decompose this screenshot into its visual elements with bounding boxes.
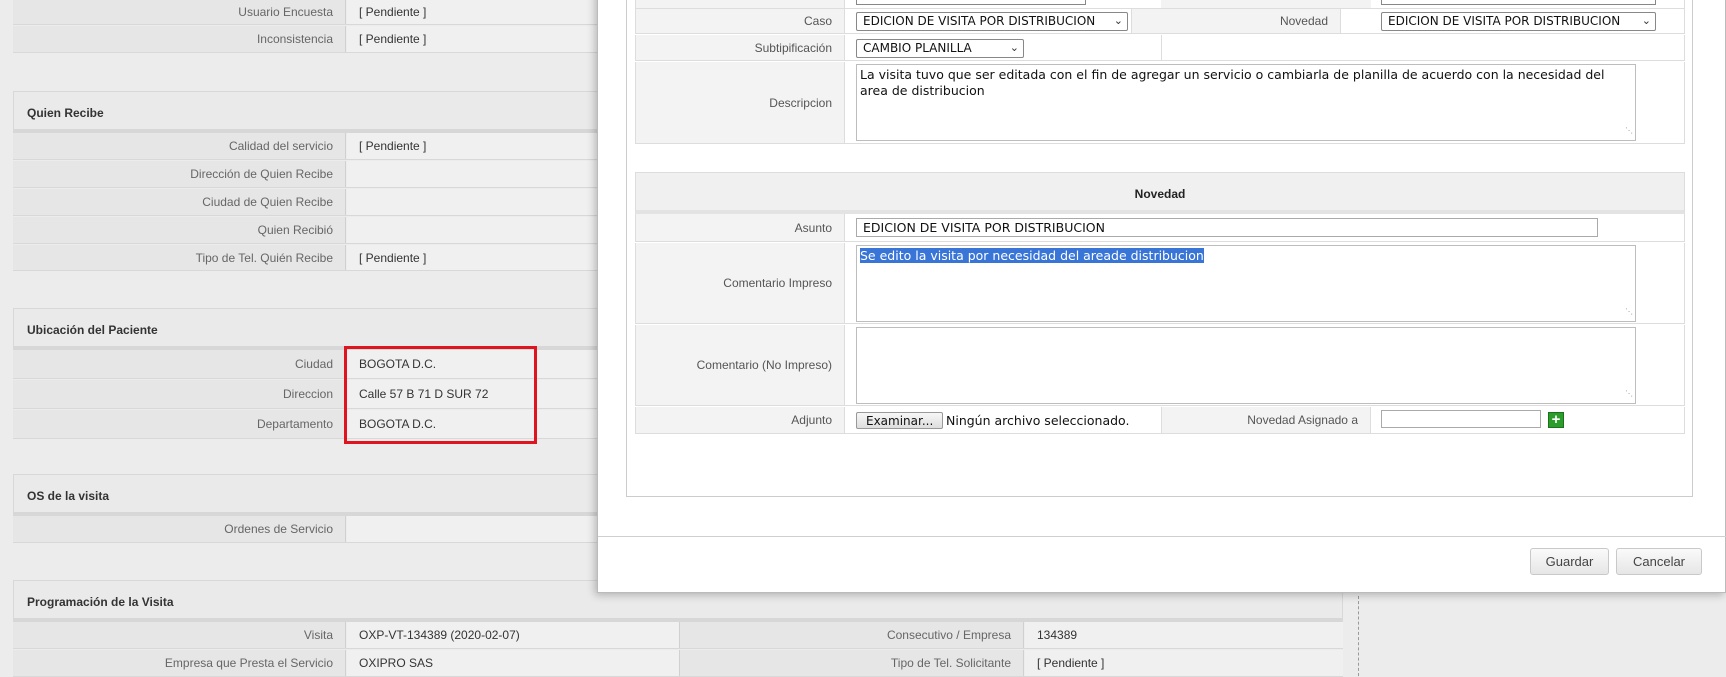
chevron-down-icon: ⌄ bbox=[1009, 41, 1019, 54]
label-ordenes-servicio: Ordenes de Servicio bbox=[13, 516, 346, 542]
dashed-divider bbox=[1358, 596, 1359, 676]
file-status: Ningún archivo seleccionado. bbox=[946, 413, 1130, 428]
label-descripcion: Descripcion bbox=[636, 62, 845, 143]
examinar-button[interactable]: Examinar... bbox=[856, 412, 944, 429]
label-direccion: Direccion bbox=[13, 380, 346, 408]
label-direccion-quien-recibe: Dirección de Quien Recibe bbox=[13, 161, 346, 187]
value-tipo-tel-solicitante: [ Pendiente ] bbox=[1025, 650, 1343, 676]
label-calidad-servicio: Calidad del servicio bbox=[13, 133, 346, 159]
label-comentario-no-impreso: Comentario (No Impreso) bbox=[636, 325, 845, 405]
cancelar-button[interactable]: Cancelar bbox=[1616, 548, 1702, 575]
label-caso: Caso bbox=[636, 9, 845, 33]
label-consecutivo-empresa: Consecutivo / Empresa bbox=[679, 622, 1024, 648]
red-highlight-box bbox=[344, 346, 537, 444]
novedad-select[interactable]: EDICION DE VISITA POR DISTRIBUCION ⌄ bbox=[1381, 12, 1656, 31]
resize-grip-icon[interactable]: ⋱ bbox=[1625, 386, 1633, 402]
partial-input-top-right[interactable] bbox=[1381, 0, 1656, 5]
label-novedad: Novedad bbox=[1131, 9, 1341, 33]
novedad-modal: Caso EDICION DE VISITA POR DISTRIBUCION … bbox=[597, 0, 1726, 593]
label-tipo-tel-quien-recibe: Tipo de Tel. Quién Recibe bbox=[13, 245, 346, 270]
subtipificacion-select[interactable]: CAMBIO PLANILLA ⌄ bbox=[856, 39, 1024, 58]
comentario-impreso-selected-text: Se edito la visita por necesidad del are… bbox=[860, 248, 1204, 263]
partial-input-top-left[interactable] bbox=[856, 0, 1086, 5]
novedad-asignado-input[interactable] bbox=[1381, 410, 1541, 428]
descripcion-textarea[interactable]: La visita tuvo que ser editada con el fi… bbox=[856, 64, 1636, 141]
value-consecutivo-empresa: 134389 bbox=[1025, 622, 1343, 648]
label-ciudad: Ciudad bbox=[13, 350, 346, 378]
resize-grip-icon[interactable]: ⋱ bbox=[1625, 123, 1633, 139]
comentario-impreso-textarea[interactable]: Se edito la visita por necesidad del are… bbox=[856, 245, 1636, 322]
row-partial-top bbox=[635, 0, 1685, 9]
asunto-input[interactable]: EDICION DE VISITA POR DISTRIBUCION bbox=[856, 218, 1598, 237]
label-empresa-presta-servicio: Empresa que Presta el Servicio bbox=[13, 650, 346, 676]
caso-select[interactable]: EDICION DE VISITA POR DISTRIBUCION ⌄ bbox=[856, 12, 1128, 31]
row-adjunto: Adjunto Examinar... Ningún archivo selec… bbox=[635, 407, 1685, 434]
modal-form: Caso EDICION DE VISITA POR DISTRIBUCION … bbox=[626, 0, 1693, 497]
comentario-no-impreso-textarea[interactable]: ⋱ bbox=[856, 327, 1636, 404]
label-novedad-asignado: Novedad Asignado a bbox=[1161, 407, 1371, 433]
label-inconsistencia: Inconsistencia bbox=[13, 26, 346, 52]
label-visita: Visita bbox=[13, 622, 346, 648]
label-adjunto: Adjunto bbox=[636, 407, 845, 433]
label-quien-recibio: Quien Recibió bbox=[13, 217, 346, 243]
row-empresa-presta-servicio: Empresa que Presta el Servicio OXIPRO SA… bbox=[13, 650, 1343, 677]
section-novedad: Novedad bbox=[635, 172, 1685, 214]
row-comentario-no-impreso: Comentario (No Impreso) ⋱ bbox=[635, 325, 1685, 406]
label-asunto: Asunto bbox=[636, 214, 845, 241]
label-subtipificacion: Subtipificación bbox=[636, 35, 845, 60]
row-asunto: Asunto EDICION DE VISITA POR DISTRIBUCIO… bbox=[635, 214, 1685, 242]
descripcion-text: La visita tuvo que ser editada con el fi… bbox=[860, 67, 1605, 98]
subtipificacion-select-value: CAMBIO PLANILLA bbox=[863, 41, 972, 55]
guardar-button[interactable]: Guardar bbox=[1530, 548, 1609, 575]
modal-footer-divider bbox=[598, 536, 1726, 537]
resize-grip-icon[interactable]: ⋱ bbox=[1625, 304, 1633, 320]
caso-select-value: EDICION DE VISITA POR DISTRIBUCION bbox=[863, 14, 1096, 28]
row-caso-novedad: Caso EDICION DE VISITA POR DISTRIBUCION … bbox=[635, 9, 1685, 34]
label-departamento: Departamento bbox=[13, 410, 346, 438]
label-tipo-tel-solicitante: Tipo de Tel. Solicitante bbox=[679, 650, 1024, 676]
chevron-down-icon: ⌄ bbox=[1113, 14, 1123, 27]
value-visita: OXP-VT-134389 (2020-02-07) bbox=[347, 622, 679, 648]
plus-icon[interactable]: + bbox=[1548, 412, 1564, 428]
row-visita: Visita OXP-VT-134389 (2020-02-07) Consec… bbox=[13, 622, 1343, 649]
chevron-down-icon: ⌄ bbox=[1641, 14, 1651, 27]
novedad-select-value: EDICION DE VISITA POR DISTRIBUCION bbox=[1388, 14, 1621, 28]
value-empresa-presta-servicio: OXIPRO SAS bbox=[347, 650, 679, 676]
row-descripcion: Descripcion La visita tuvo que ser edita… bbox=[635, 62, 1685, 144]
row-comentario-impreso: Comentario Impreso Se edito la visita po… bbox=[635, 243, 1685, 324]
row-subtipificacion: Subtipificación CAMBIO PLANILLA ⌄ bbox=[635, 35, 1685, 61]
label-usuario-encuesta: Usuario Encuesta bbox=[13, 0, 346, 24]
label-comentario-impreso: Comentario Impreso bbox=[636, 243, 845, 323]
label-ciudad-quien-recibe: Ciudad de Quien Recibe bbox=[13, 189, 346, 215]
